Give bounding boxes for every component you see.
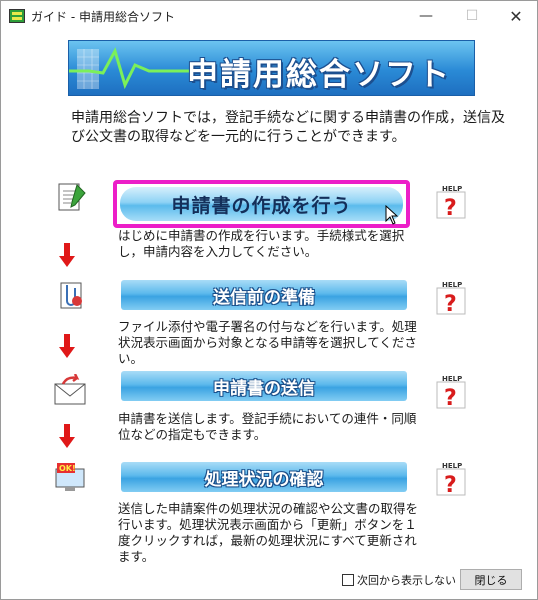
dont-show-again-option[interactable]: 次回から表示しない	[342, 572, 456, 588]
prepare-send-description: ファイル添付や電子署名の付与などを行います。処理状況表示画面から対象となる申請等…	[118, 319, 417, 366]
svg-text:HELP: HELP	[442, 462, 462, 470]
send-application-button[interactable]: 申請書の送信	[121, 371, 407, 401]
app-icon	[9, 9, 25, 23]
title-bar: ガイド - 申請用総合ソフト — ☐ ✕	[1, 1, 537, 31]
create-application-description: はじめに申請書の作成を行います。手続様式を選択し，申請内容を入力してください。	[118, 228, 405, 259]
help-button-status[interactable]: HELP ?	[433, 461, 469, 497]
maximize-button[interactable]: ☐	[449, 1, 495, 31]
svg-text:?: ?	[444, 196, 457, 220]
create-application-label: 申請書の作成を行う	[120, 187, 403, 221]
banner-title: 申請用総合ソフト	[187, 57, 451, 93]
dont-show-again-label: 次回から表示しない	[357, 574, 456, 587]
close-button[interactable]: 閉じる	[460, 569, 522, 590]
down-arrow-icon	[59, 243, 75, 267]
prepare-send-button[interactable]: 送信前の準備	[121, 280, 407, 310]
app-banner: 申請用総合ソフト	[68, 40, 475, 96]
document-pencil-icon	[58, 183, 86, 211]
send-mail-icon	[54, 374, 86, 405]
help-button-send[interactable]: HELP ?	[433, 374, 469, 410]
svg-text:?: ?	[444, 473, 457, 497]
svg-text:?: ?	[444, 386, 457, 410]
minimize-button[interactable]: —	[403, 1, 449, 31]
help-button-create[interactable]: HELP ?	[433, 184, 469, 220]
send-application-description: 申請書を送信します。登記手続においての連件・同順位などの指定もできます。	[118, 411, 417, 442]
chart-graph-icon	[69, 47, 189, 90]
check-status-button[interactable]: 処理状況の確認	[121, 462, 407, 492]
down-arrow-icon	[59, 334, 75, 358]
guide-window: ガイド - 申請用総合ソフト — ☐ ✕ 申請用総合ソフト 申請用総合ソフトでは…	[0, 0, 538, 600]
paperclip-document-icon	[60, 282, 82, 309]
intro-text: 申請用総合ソフトでは，登記手続などに関する申請書の作成，送信及び公文書の取得など…	[71, 110, 505, 145]
svg-text:OK!: OK!	[59, 464, 76, 473]
svg-text:?: ?	[444, 292, 457, 316]
svg-text:HELP: HELP	[442, 375, 462, 383]
ok-monitor-icon: OK!	[55, 463, 85, 491]
check-status-description: 送信した申請案件の処理状況の確認や公文書の取得を行います。処理状況表示画面から「…	[118, 501, 419, 564]
close-window-button[interactable]: ✕	[493, 1, 538, 31]
create-application-button[interactable]: 申請書の作成を行う	[113, 180, 410, 228]
window-title: ガイド - 申請用総合ソフト	[31, 10, 175, 24]
help-button-prepare[interactable]: HELP ?	[433, 280, 469, 316]
svg-text:HELP: HELP	[442, 281, 462, 289]
down-arrow-icon	[59, 424, 75, 448]
mouse-cursor-icon	[385, 205, 399, 225]
dont-show-again-checkbox[interactable]	[342, 574, 354, 586]
svg-text:HELP: HELP	[442, 185, 462, 193]
